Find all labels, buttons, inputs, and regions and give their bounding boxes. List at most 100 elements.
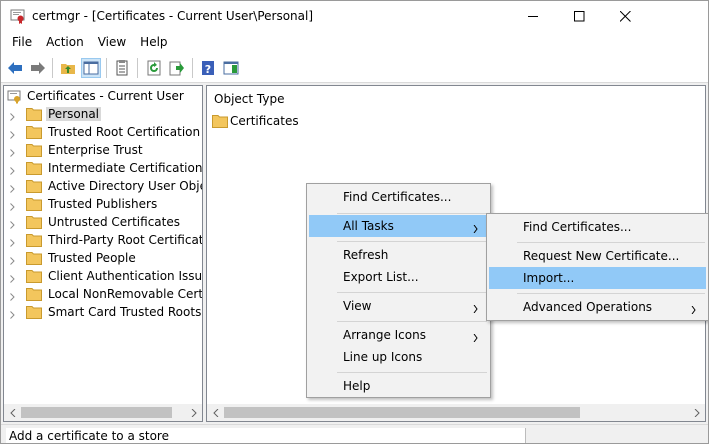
tree-item-label: Enterprise Trust xyxy=(48,143,143,157)
menu-file[interactable]: File xyxy=(1,32,39,53)
ctx-item-label: View xyxy=(343,299,372,313)
expand-chevron-icon[interactable] xyxy=(10,290,15,304)
title-bar[interactable]: certmgr - [Certificates - Current User\P… xyxy=(1,1,708,32)
results-horizontal-scrollbar[interactable] xyxy=(207,404,705,421)
export-list-button[interactable] xyxy=(167,58,187,78)
expand-chevron-icon[interactable] xyxy=(10,146,15,160)
status-bar: Add a certificate to a store xyxy=(1,424,708,443)
menu-separator xyxy=(337,321,487,322)
refresh-button[interactable] xyxy=(144,58,164,78)
up-folder-icon xyxy=(61,64,75,74)
scroll-left-arrow-icon[interactable] xyxy=(4,404,21,421)
expand-chevron-icon[interactable] xyxy=(10,218,15,232)
back-button[interactable] xyxy=(5,58,25,78)
expand-chevron-icon[interactable] xyxy=(10,272,15,286)
svg-text:?: ? xyxy=(205,63,211,76)
menu-help[interactable]: Help xyxy=(133,32,174,53)
folder-icon xyxy=(26,161,42,178)
tree-item[interactable]: Client Authentication Issuers xyxy=(4,267,202,285)
properties-icon xyxy=(116,60,128,76)
toolbar-separator xyxy=(52,58,53,78)
window-title: certmgr - [Certificates - Current User\P… xyxy=(32,9,314,23)
tree-item-label: Untrusted Certificates xyxy=(48,215,180,229)
tree-item[interactable]: Personal xyxy=(4,105,202,123)
ctx-line-up-icons[interactable]: Line up Icons xyxy=(309,346,488,368)
expand-chevron-icon[interactable] xyxy=(10,308,15,322)
toolbar-separator xyxy=(192,58,193,78)
menu-separator xyxy=(337,292,487,293)
ctx-refresh[interactable]: Refresh xyxy=(309,244,488,266)
ctx-item-label: Help xyxy=(343,379,371,393)
all-tasks-submenu: Find Certificates... Request New Certifi… xyxy=(486,213,708,321)
scroll-left-arrow-icon[interactable] xyxy=(207,404,224,421)
show-action-pane-button[interactable] xyxy=(221,58,241,78)
ctx-item-label: Find Certificates... xyxy=(343,190,452,204)
tree-item[interactable]: Local NonRemovable Certific xyxy=(4,285,202,303)
folder-icon xyxy=(26,179,42,196)
column-header-object-type[interactable]: Object Type xyxy=(214,92,284,106)
help-button[interactable]: ? xyxy=(198,58,218,78)
tree-item-label: Client Authentication Issuers xyxy=(48,269,203,283)
ctx-arrange-icons[interactable]: Arrange Icons xyxy=(309,324,488,346)
help-icon: ? xyxy=(202,61,214,76)
expand-chevron-icon[interactable] xyxy=(10,200,15,214)
tree-item[interactable]: Untrusted Certificates xyxy=(4,213,202,231)
menu-separator xyxy=(337,213,487,214)
folder-icon xyxy=(26,143,42,160)
forward-button[interactable] xyxy=(28,58,48,78)
expand-chevron-icon[interactable] xyxy=(10,254,15,268)
sub-find-certificates[interactable]: Find Certificates... xyxy=(489,216,706,238)
submenu-arrow-icon xyxy=(691,303,696,317)
ctx-all-tasks[interactable]: All Tasks xyxy=(309,215,488,237)
ctx-help[interactable]: Help xyxy=(309,375,488,397)
ctx-item-label: Export List... xyxy=(343,270,419,284)
expand-chevron-icon[interactable] xyxy=(10,128,15,142)
expand-chevron-icon[interactable] xyxy=(10,110,15,124)
tree-item[interactable]: Active Directory User Object xyxy=(4,177,202,195)
tree-item[interactable]: Trusted Root Certification Au xyxy=(4,123,202,141)
sub-advanced-operations[interactable]: Advanced Operations xyxy=(489,296,706,318)
submenu-arrow-icon xyxy=(473,222,478,236)
folder-icon xyxy=(26,251,42,268)
tree-item-label: Intermediate Certification Au xyxy=(48,161,203,175)
properties-button[interactable] xyxy=(112,58,132,78)
expand-chevron-icon[interactable] xyxy=(10,164,15,178)
sub-import[interactable]: Import... xyxy=(489,267,706,289)
scroll-right-arrow-icon[interactable] xyxy=(688,404,705,421)
sub-request-new-certificate[interactable]: Request New Certificate... xyxy=(489,245,706,267)
tree-item[interactable]: Enterprise Trust xyxy=(4,141,202,159)
close-button[interactable] xyxy=(602,1,648,32)
back-arrow-icon xyxy=(8,62,22,74)
results-scroll-thumb[interactable] xyxy=(224,407,580,418)
tree-item[interactable]: Third-Party Root Certification xyxy=(4,231,202,249)
submenu-arrow-icon xyxy=(473,302,478,316)
console-tree[interactable]: Certificates - Current User Personal Trus… xyxy=(3,85,203,422)
menu-view[interactable]: View xyxy=(91,32,133,53)
ctx-item-label: All Tasks xyxy=(343,219,394,233)
tree-item[interactable]: Trusted People xyxy=(4,249,202,267)
tree-item[interactable]: Trusted Publishers xyxy=(4,195,202,213)
tree-horizontal-scrollbar[interactable] xyxy=(4,404,202,421)
menu-action[interactable]: Action xyxy=(39,32,91,53)
tree-item[interactable]: Intermediate Certification Au xyxy=(4,159,202,177)
tree-item-label: Smart Card Trusted Roots xyxy=(48,305,202,319)
menu-separator xyxy=(337,241,487,242)
tree-item[interactable]: Smart Card Trusted Roots xyxy=(4,303,202,321)
ctx-find-certificates[interactable]: Find Certificates... xyxy=(309,186,488,208)
tree-scroll-thumb[interactable] xyxy=(21,407,172,418)
submenu-arrow-icon xyxy=(473,331,478,345)
up-one-level-button[interactable] xyxy=(58,58,78,78)
ctx-export-list[interactable]: Export List... xyxy=(309,266,488,288)
folder-icon xyxy=(26,107,42,124)
scroll-right-arrow-icon[interactable] xyxy=(185,404,202,421)
expand-chevron-icon[interactable] xyxy=(10,236,15,250)
ctx-item-label: Refresh xyxy=(343,248,389,262)
expand-chevron-icon[interactable] xyxy=(10,182,15,196)
menu-separator xyxy=(517,242,705,243)
minimize-button[interactable] xyxy=(510,1,556,32)
tree-root[interactable]: Certificates - Current User xyxy=(4,87,202,105)
ctx-view[interactable]: View xyxy=(309,295,488,317)
show-hide-console-tree-button[interactable] xyxy=(81,58,101,78)
minimize-icon xyxy=(527,16,538,17)
maximize-button[interactable] xyxy=(556,1,602,32)
